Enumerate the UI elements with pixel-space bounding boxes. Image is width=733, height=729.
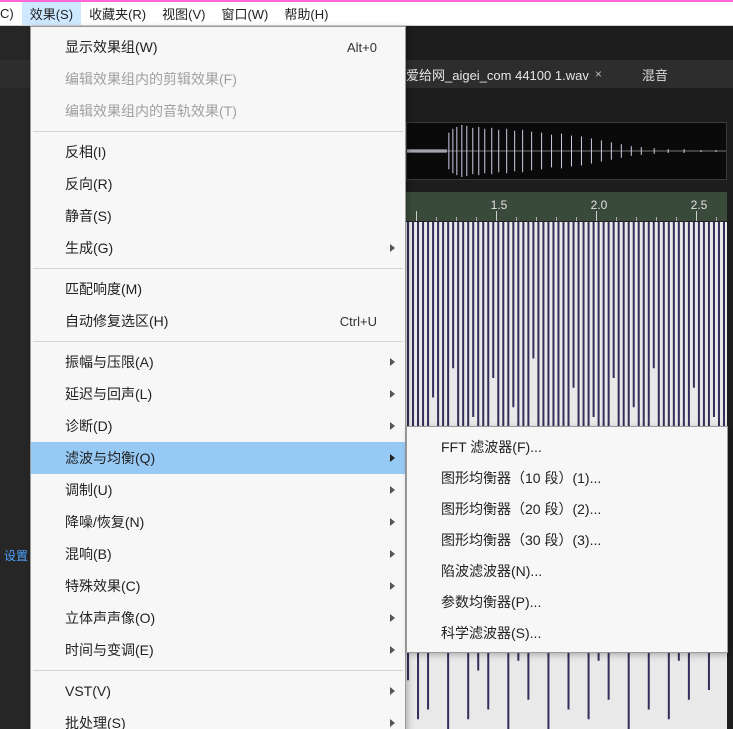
menu-auto-heal[interactable]: 自动修复选区(H) Ctrl+U <box>31 305 405 337</box>
menu-reverb[interactable]: 混响(B) <box>31 538 405 570</box>
menu-item-label: 图形均衡器（10 段）(1)... <box>441 468 601 488</box>
menu-bar: C) 效果(S) 收藏夹(R) 视图(V) 窗口(W) 帮助(H) <box>0 2 733 26</box>
menu-help[interactable]: 帮助(H) <box>276 2 336 25</box>
menu-delay[interactable]: 延迟与回声(L) <box>31 378 405 410</box>
menu-item-label: 反相(I) <box>65 142 106 162</box>
submenu-caret-icon <box>390 646 395 654</box>
menu-modulation[interactable]: 调制(U) <box>31 474 405 506</box>
menu-item-label: 陷波滤波器(N)... <box>441 561 542 581</box>
menu-separator <box>33 131 403 132</box>
menu-edit-track-fx: 编辑效果组内的音轨效果(T) <box>31 95 405 127</box>
menu-edit-clip-fx: 编辑效果组内的剪辑效果(F) <box>31 63 405 95</box>
menu-item-label: 批处理(S) <box>65 713 126 729</box>
effects-menu: 显示效果组(W) Alt+0 编辑效果组内的剪辑效果(F) 编辑效果组内的音轨效… <box>30 26 406 729</box>
overview-wave-svg <box>407 123 726 179</box>
menu-item-label: FFT 滤波器(F)... <box>441 437 542 457</box>
submenu-caret-icon <box>390 582 395 590</box>
document-tab-label: 爱给网_aigei_com 44100 1.wav <box>406 65 589 84</box>
menu-item-shortcut: Ctrl+U <box>340 314 377 329</box>
menu-item-label: 反向(R) <box>65 174 112 194</box>
submenu-scientific-filter[interactable]: 科学滤波器(S)... <box>407 617 727 648</box>
menu-item-label: 图形均衡器（30 段）(3)... <box>441 530 601 550</box>
menu-amplitude[interactable]: 振幅与压限(A) <box>31 346 405 378</box>
menu-effects[interactable]: 效果(S) <box>22 2 81 25</box>
menu-item-label: 降噪/恢复(N) <box>65 512 144 532</box>
menu-match-loudness[interactable]: 匹配响度(M) <box>31 273 405 305</box>
menu-truncated[interactable]: C) <box>0 4 22 23</box>
menu-item-label: 静音(S) <box>65 206 112 226</box>
left-tool-strip <box>0 26 32 729</box>
menu-item-label: VST(V) <box>65 683 111 699</box>
menu-show-effect-group[interactable]: 显示效果组(W) Alt+0 <box>31 31 405 63</box>
time-ruler[interactable]: 1.5 2.0 2.5 <box>406 192 727 222</box>
menu-item-label: 编辑效果组内的音轨效果(T) <box>65 101 237 121</box>
menu-separator <box>33 268 403 269</box>
menu-item-label: 时间与变调(E) <box>65 640 154 660</box>
menu-special[interactable]: 特殊效果(C) <box>31 570 405 602</box>
menu-item-label: 自动修复选区(H) <box>65 311 168 331</box>
menu-item-label: 特殊效果(C) <box>65 576 140 596</box>
filter-eq-submenu: FFT 滤波器(F)... 图形均衡器（10 段）(1)... 图形均衡器（20… <box>406 426 728 653</box>
menu-item-label: 混响(B) <box>65 544 112 564</box>
menu-item-label: 匹配响度(M) <box>65 279 142 299</box>
menu-separator <box>33 670 403 671</box>
submenu-caret-icon <box>390 550 395 558</box>
submenu-caret-icon <box>390 486 395 494</box>
submenu-caret-icon <box>390 687 395 695</box>
mix-label[interactable]: 混音 <box>642 65 668 84</box>
menu-item-label: 编辑效果组内的剪辑效果(F) <box>65 69 237 89</box>
submenu-geq-20[interactable]: 图形均衡器（20 段）(2)... <box>407 493 727 524</box>
menu-reverse[interactable]: 反向(R) <box>31 168 405 200</box>
close-icon[interactable]: × <box>595 67 602 81</box>
menu-item-label: 滤波与均衡(Q) <box>65 448 155 468</box>
submenu-fft-filter[interactable]: FFT 滤波器(F)... <box>407 431 727 462</box>
ruler-tick-label: 2.5 <box>684 198 714 212</box>
ruler-tick-label: 2.0 <box>584 198 614 212</box>
submenu-notch-filter[interactable]: 陷波滤波器(N)... <box>407 555 727 586</box>
menu-filter-eq[interactable]: 滤波与均衡(Q) <box>31 442 405 474</box>
menu-item-label: 振幅与压限(A) <box>65 352 154 372</box>
menu-view[interactable]: 视图(V) <box>154 2 213 25</box>
menu-item-label: 图形均衡器（20 段）(2)... <box>441 499 601 519</box>
waveform-overview[interactable] <box>406 122 727 180</box>
menu-generate[interactable]: 生成(G) <box>31 232 405 264</box>
menu-item-label: 诊断(D) <box>65 416 112 436</box>
menu-window[interactable]: 窗口(W) <box>213 2 276 25</box>
menu-item-label: 立体声声像(O) <box>65 608 155 628</box>
menu-item-label: 科学滤波器(S)... <box>441 623 541 643</box>
menu-item-label: 延迟与回声(L) <box>65 384 152 404</box>
menu-time-pitch[interactable]: 时间与变调(E) <box>31 634 405 666</box>
menu-silence[interactable]: 静音(S) <box>31 200 405 232</box>
menu-vst[interactable]: VST(V) <box>31 675 405 707</box>
menu-item-label: 参数均衡器(P)... <box>441 592 541 612</box>
submenu-caret-icon <box>390 390 395 398</box>
submenu-caret-icon <box>390 422 395 430</box>
submenu-caret-icon <box>390 358 395 366</box>
menu-separator <box>33 341 403 342</box>
menu-item-label: 生成(G) <box>65 238 113 258</box>
menu-batch[interactable]: 批处理(S) <box>31 707 405 729</box>
left-panel-label[interactable]: 设置 <box>0 545 32 566</box>
menu-invert[interactable]: 反相(I) <box>31 136 405 168</box>
ruler-tick-label: 1.5 <box>484 198 514 212</box>
menu-stereo[interactable]: 立体声声像(O) <box>31 602 405 634</box>
menu-item-shortcut: Alt+0 <box>347 40 377 55</box>
submenu-caret-icon <box>390 614 395 622</box>
menu-noise-reduction[interactable]: 降噪/恢复(N) <box>31 506 405 538</box>
menu-item-label: 调制(U) <box>65 480 112 500</box>
submenu-parametric-eq[interactable]: 参数均衡器(P)... <box>407 586 727 617</box>
submenu-caret-icon <box>390 518 395 526</box>
menu-diagnostics[interactable]: 诊断(D) <box>31 410 405 442</box>
menu-item-label: 显示效果组(W) <box>65 37 158 57</box>
submenu-caret-icon <box>390 244 395 252</box>
submenu-geq-10[interactable]: 图形均衡器（10 段）(1)... <box>407 462 727 493</box>
submenu-geq-30[interactable]: 图形均衡器（30 段）(3)... <box>407 524 727 555</box>
submenu-caret-icon <box>390 454 395 462</box>
document-tab[interactable]: 爱给网_aigei_com 44100 1.wav × <box>406 65 602 84</box>
submenu-caret-icon <box>390 719 395 727</box>
menu-favorites[interactable]: 收藏夹(R) <box>81 2 154 25</box>
